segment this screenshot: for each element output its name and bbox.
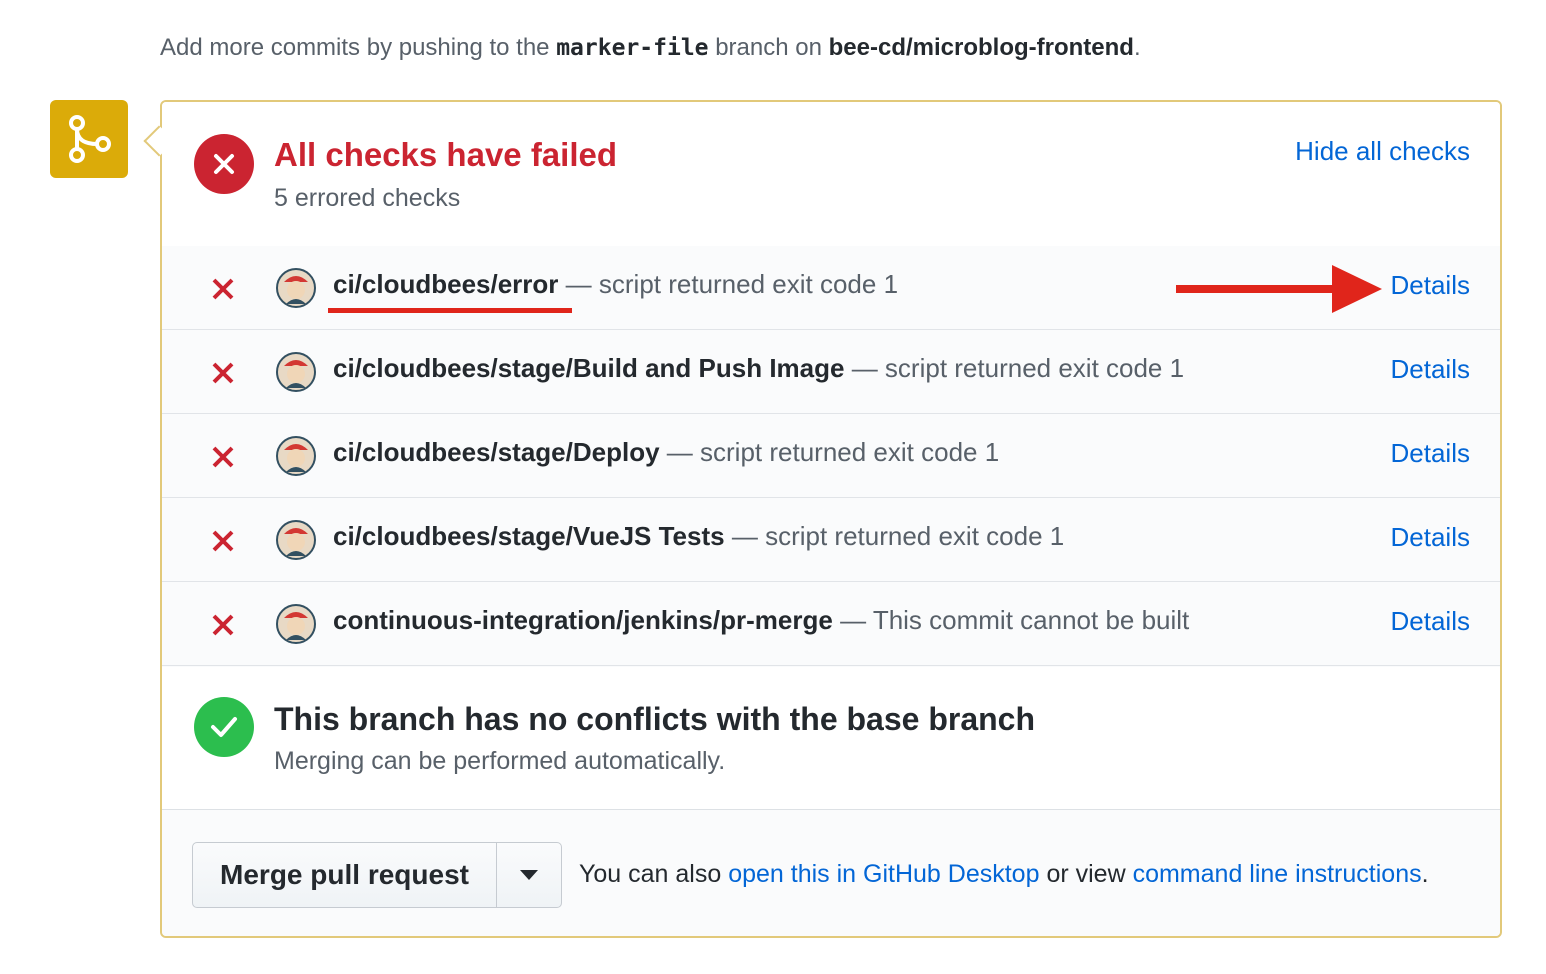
checks-summary: All checks have failed 5 errored checks … [162, 102, 1500, 247]
merge-actions: Merge pull request You can also open thi… [162, 810, 1500, 936]
details-link[interactable]: Details [1391, 438, 1470, 469]
check-row: continuous-integration/jenkins/pr-merge … [162, 582, 1500, 666]
details-link[interactable]: Details [1391, 354, 1470, 385]
check-title: continuous-integration/jenkins/pr-merge [333, 605, 833, 635]
check-row: ci/cloudbees/stage/Build and Push Image … [162, 330, 1500, 414]
merge-button-group: Merge pull request [192, 842, 562, 908]
check-title: ci/cloudbees/stage/Build and Push Image [333, 353, 845, 383]
check-name: ci/cloudbees/stage/VueJS Tests — script … [333, 521, 1064, 552]
merge-options-dropdown[interactable] [497, 843, 561, 907]
conflict-title: This branch has no conflicts with the ba… [274, 701, 1036, 737]
checks-subtitle: 5 errored checks [274, 184, 461, 212]
jenkins-avatar-icon [276, 352, 316, 392]
note-prefix: You can also [579, 860, 722, 888]
triangle-down-icon [520, 870, 538, 880]
check-row: ci/cloudbees/stage/VueJS Tests — script … [162, 498, 1500, 582]
check-description: — script returned exit code 1 [565, 269, 899, 299]
check-description: — script returned exit code 1 [666, 437, 1000, 467]
merge-note: You can also open this in GitHub Desktop… [579, 860, 1429, 889]
note-suffix: . [1421, 860, 1429, 888]
check-name: ci/cloudbees/stage/Build and Push Image … [333, 353, 1184, 384]
note-middle: or view [1046, 860, 1126, 888]
checks-title: All checks have failed [274, 136, 618, 173]
check-name: continuous-integration/jenkins/pr-merge … [333, 605, 1189, 636]
details-link[interactable]: Details [1391, 270, 1470, 301]
failed-status-icon [194, 134, 254, 194]
merge-status-panel: All checks have failed 5 errored checks … [160, 100, 1502, 938]
jenkins-avatar-icon [276, 520, 316, 560]
check-row: ci/cloudbees/stage/Deploy — script retur… [162, 414, 1500, 498]
jenkins-avatar-icon [276, 436, 316, 476]
details-link[interactable]: Details [1391, 522, 1470, 553]
check-title: ci/cloudbees/error [333, 269, 559, 299]
x-icon [210, 528, 236, 554]
jenkins-avatar-icon [276, 268, 316, 308]
branch-name: marker-file [556, 35, 709, 61]
hide-all-checks-link[interactable]: Hide all checks [1295, 136, 1470, 167]
annotation-underline [328, 308, 572, 313]
jenkins-avatar-icon [276, 604, 316, 644]
merge-pull-request-button[interactable]: Merge pull request [193, 843, 497, 907]
annotation-arrow-icon [1176, 265, 1382, 313]
repo-name: bee-cd/microblog-frontend [828, 34, 1134, 61]
check-icon [194, 697, 254, 757]
check-name: ci/cloudbees/error — script returned exi… [333, 269, 898, 300]
x-icon [210, 276, 236, 302]
check-title: ci/cloudbees/stage/VueJS Tests [333, 521, 725, 551]
x-icon [210, 444, 236, 470]
intro-suffix: . [1133, 34, 1141, 61]
merge-intro-text: Add more commits by pushing to the marke… [160, 34, 1141, 62]
git-merge-icon [50, 100, 128, 178]
x-icon [210, 612, 236, 638]
check-description: — This commit cannot be built [840, 605, 1190, 635]
intro-prefix: Add more commits by pushing to the [160, 34, 550, 61]
check-description: — script returned exit code 1 [851, 353, 1185, 383]
details-link[interactable]: Details [1391, 606, 1470, 637]
check-name: ci/cloudbees/stage/Deploy — script retur… [333, 437, 999, 468]
check-title: ci/cloudbees/stage/Deploy [333, 437, 660, 467]
open-in-desktop-link[interactable]: open this in GitHub Desktop [728, 860, 1039, 888]
intro-middle: branch on [715, 34, 822, 61]
conflict-status: This branch has no conflicts with the ba… [162, 667, 1500, 810]
check-description: — script returned exit code 1 [731, 521, 1065, 551]
x-icon [210, 360, 236, 386]
command-line-instructions-link[interactable]: command line instructions [1133, 860, 1422, 888]
conflict-subtitle: Merging can be performed automatically. [274, 747, 726, 775]
